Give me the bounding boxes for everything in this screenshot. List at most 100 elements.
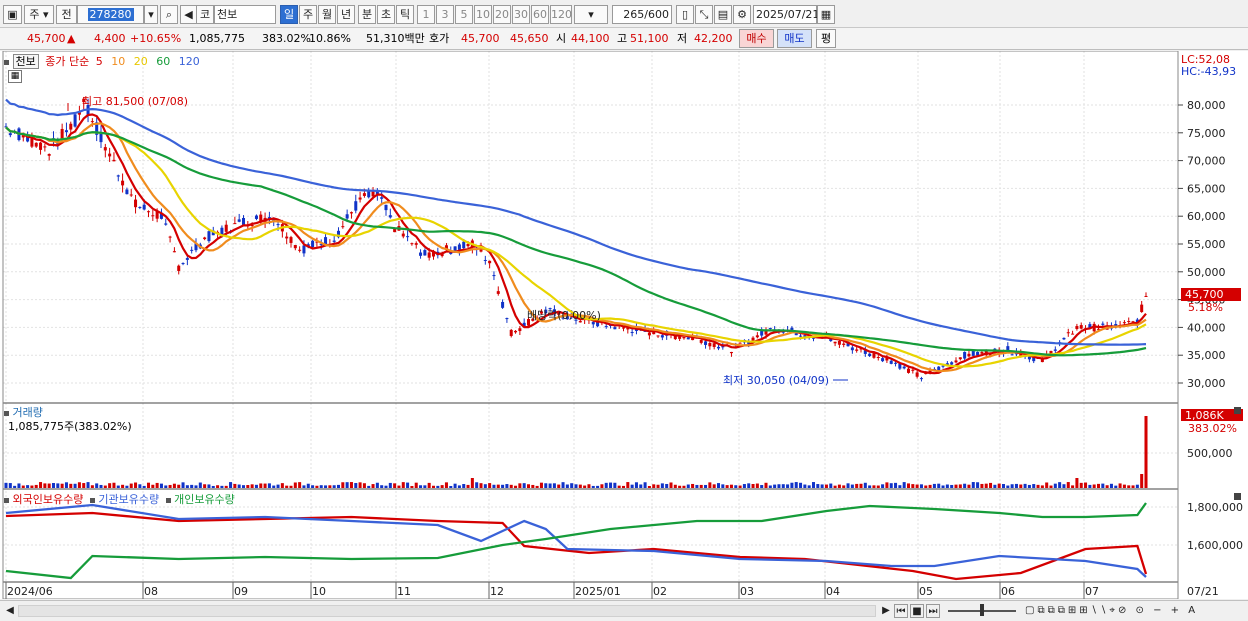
code-dropdown-icon[interactable]: ▾ bbox=[144, 5, 158, 24]
volume-bar bbox=[501, 484, 505, 488]
code-value: 278280 bbox=[87, 8, 134, 21]
volume-bar bbox=[116, 485, 120, 488]
volume-bar bbox=[833, 485, 837, 488]
stock-name-label[interactable]: 천보 bbox=[12, 54, 39, 69]
custom-period-select[interactable]: ▾ bbox=[574, 5, 608, 24]
volume-bar bbox=[1096, 483, 1101, 488]
volume-bar bbox=[17, 483, 21, 488]
volume-bar bbox=[967, 484, 971, 488]
volume-bar bbox=[1127, 485, 1131, 488]
volume-panel-close-icon[interactable] bbox=[1234, 407, 1241, 414]
save-icon[interactable]: ▤ bbox=[714, 5, 732, 24]
table-icon[interactable]: ▦ bbox=[8, 70, 22, 83]
first-icon[interactable]: ⏮ bbox=[894, 604, 908, 618]
chart-area[interactable]: 80,000 75,000 70,000 65,000 60,000 55,000 50,0… bbox=[0, 51, 1248, 599]
minute-20[interactable]: 20 bbox=[493, 5, 511, 24]
period-week[interactable]: 주 bbox=[299, 5, 317, 24]
count-field[interactable]: 265/600 bbox=[612, 5, 672, 24]
volume-bar bbox=[112, 482, 116, 488]
y-tick-label: 75,000 bbox=[1187, 127, 1226, 140]
scroll-track[interactable] bbox=[18, 605, 876, 617]
volume-bar bbox=[43, 483, 47, 488]
y-tick-label: 70,000 bbox=[1187, 155, 1226, 168]
minute-5[interactable]: 5 bbox=[455, 5, 473, 24]
minute-60[interactable]: 60 bbox=[531, 5, 549, 24]
holding-legend: 외국인보유수량 기관보유수량 개인보유수량 bbox=[4, 491, 235, 507]
search-icon[interactable]: ⌕ bbox=[160, 5, 178, 24]
gear-icon[interactable]: ⚙ bbox=[733, 5, 751, 24]
market-select[interactable]: 주 ▾ bbox=[24, 5, 54, 24]
candle-body bbox=[380, 197, 384, 199]
minute-10[interactable]: 10 bbox=[474, 5, 492, 24]
volume-bar bbox=[673, 484, 677, 488]
minute-30[interactable]: 30 bbox=[512, 5, 530, 24]
period-minute[interactable]: 분 bbox=[358, 5, 376, 24]
volume-bar bbox=[177, 484, 181, 488]
individual-holding-label: 개인보유수량 bbox=[174, 493, 235, 506]
minute-120[interactable]: 120 bbox=[550, 5, 572, 24]
last-icon[interactable]: ⏭ bbox=[926, 604, 940, 618]
evaluate-button[interactable]: 평 bbox=[816, 29, 836, 48]
candle-body bbox=[842, 343, 846, 345]
volume-bar bbox=[557, 484, 561, 488]
period-day[interactable]: 일 bbox=[280, 5, 298, 24]
candle-body bbox=[134, 199, 138, 208]
bid-price: 45,650 bbox=[510, 32, 549, 45]
volume-bar bbox=[73, 483, 77, 488]
volume-bar bbox=[406, 482, 410, 488]
volume-bar bbox=[30, 485, 34, 488]
stop-icon[interactable]: ■ bbox=[910, 604, 924, 618]
volume-bar bbox=[799, 482, 803, 488]
minute-1[interactable]: 1 bbox=[417, 5, 435, 24]
y-tick-label: 40,000 bbox=[1187, 321, 1226, 334]
volume-bar bbox=[1122, 484, 1126, 488]
volume-bar bbox=[915, 484, 919, 488]
code-input[interactable]: 278280 bbox=[77, 5, 144, 24]
period-tick[interactable]: 틱 bbox=[396, 5, 414, 24]
scroll-right-icon[interactable]: ▶ bbox=[880, 604, 892, 618]
low-annotation: 최저 30,050 (04/09) bbox=[723, 374, 829, 387]
candle-body bbox=[911, 369, 915, 371]
turnover: 10.86% bbox=[309, 32, 351, 45]
minute-3[interactable]: 3 bbox=[436, 5, 454, 24]
chart-canvas[interactable]: 80,000 75,000 70,000 65,000 60,000 55,000 50,0… bbox=[0, 51, 1248, 599]
period-month[interactable]: 월 bbox=[318, 5, 336, 24]
sell-button[interactable]: 매도 bbox=[777, 29, 812, 48]
date-field[interactable]: 2025/07/21 bbox=[753, 5, 819, 24]
volume-bar bbox=[388, 482, 392, 488]
buy-button[interactable]: 매수 bbox=[739, 29, 774, 48]
name-input[interactable]: 천보 bbox=[214, 5, 276, 24]
volume-bar bbox=[721, 484, 725, 488]
volume-bar bbox=[142, 485, 146, 488]
volume-bar bbox=[134, 482, 138, 488]
low-label: 저 bbox=[677, 32, 688, 45]
volume-bar bbox=[773, 484, 777, 488]
volume-bar bbox=[885, 482, 889, 488]
scroll-left-icon[interactable]: ◀ bbox=[4, 604, 16, 618]
volume-bar bbox=[138, 484, 142, 488]
volume-bar bbox=[64, 482, 68, 488]
period-select[interactable]: 전 bbox=[56, 5, 77, 24]
volume-bar bbox=[444, 482, 448, 488]
zoom-icon[interactable]: ⤡ bbox=[695, 5, 713, 24]
volume-bar bbox=[963, 483, 967, 488]
period-second[interactable]: 초 bbox=[377, 5, 395, 24]
drawing-tools-icon[interactable]: ▢⧉⧉⧉⊞⊞∖∖⌖⊘ ⊙ − + A bbox=[1025, 604, 1225, 618]
zoom-slider-handle[interactable] bbox=[980, 604, 984, 616]
horizontal-scrollbar[interactable]: ◀ ▶ ⏮ ■ ⏭ ▢⧉⧉⧉⊞⊞∖∖⌖⊘ ⊙ − + A bbox=[0, 600, 1248, 621]
volume-bar bbox=[716, 483, 721, 488]
calendar-icon[interactable]: ▦ bbox=[817, 5, 835, 24]
institution-holding-line bbox=[5, 503, 1147, 578]
volume-bar bbox=[544, 483, 548, 488]
candle-body bbox=[1122, 322, 1126, 324]
candle-body bbox=[760, 330, 764, 336]
candle-body bbox=[457, 244, 461, 250]
window-icon[interactable]: ▣ bbox=[3, 5, 22, 24]
volume-bar bbox=[311, 485, 315, 488]
volume-bar bbox=[691, 483, 695, 488]
candle-body bbox=[621, 327, 626, 329]
volume-bar bbox=[246, 485, 250, 488]
holding-panel-close-icon[interactable] bbox=[1234, 493, 1241, 500]
period-year[interactable]: 년 bbox=[337, 5, 355, 24]
candle-icon[interactable]: ▯ bbox=[676, 5, 694, 24]
